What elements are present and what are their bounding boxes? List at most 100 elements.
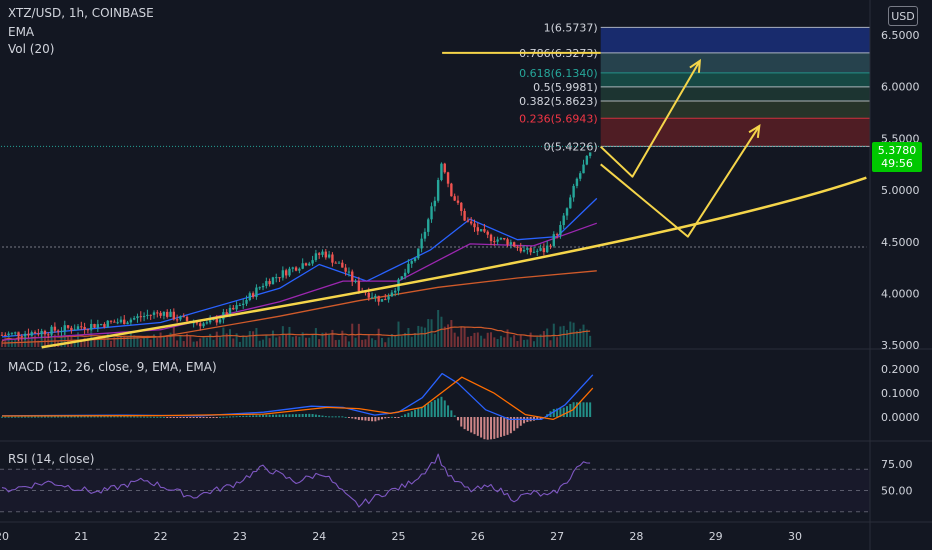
candle-body (552, 234, 555, 247)
candle-body (86, 329, 90, 331)
candle-body (146, 314, 149, 317)
candle-body (63, 325, 66, 332)
candle-body (565, 208, 569, 216)
macd-histogram-bar (10, 416, 13, 418)
price-tick-label: 4.5000 (881, 236, 920, 249)
candle-body (10, 332, 14, 334)
candle-body (562, 215, 565, 226)
candle-body (265, 281, 268, 286)
candle-body (314, 253, 318, 261)
volume-bar (275, 337, 278, 347)
candle-body (374, 295, 377, 298)
macd-histogram-bar (126, 416, 129, 418)
candle-body (549, 245, 552, 247)
volume-bar (420, 326, 423, 347)
macd-histogram-bar (43, 416, 46, 418)
candle-body (427, 219, 430, 232)
macd-histogram-bar (195, 417, 198, 418)
currency-button[interactable]: USD (888, 6, 918, 26)
macd-histogram-bar (470, 417, 473, 433)
macd-legend[interactable]: MACD (12, 26, close, 9, EMA, EMA) (8, 360, 217, 375)
volume-bar (443, 326, 446, 347)
bar-countdown: 49:56 (881, 157, 913, 170)
candle-body (268, 281, 271, 285)
volume-bar (228, 329, 231, 347)
macd-histogram-bar (73, 416, 76, 418)
candle-body (304, 263, 308, 266)
macd-histogram-bar (314, 414, 317, 417)
volume-bar (338, 339, 341, 347)
symbol-legend[interactable]: XTZ/USD, 1h, COINBASE (8, 6, 154, 21)
candle-body (476, 227, 479, 232)
candle-body (483, 229, 486, 232)
volume-bar (100, 339, 103, 347)
volume-bar (394, 336, 397, 347)
volume-bar (245, 336, 248, 347)
macd-histogram-bar (523, 417, 526, 424)
macd-histogram-bar (582, 402, 585, 417)
volume-bar (371, 338, 374, 347)
macd-histogram-bar (123, 416, 126, 418)
macd-histogram-bar (232, 416, 235, 418)
candle-body (93, 323, 96, 328)
candle-body (60, 331, 63, 333)
volume-bar (255, 328, 258, 347)
volume-bar (585, 329, 588, 347)
macd-histogram-bar (440, 396, 443, 417)
volume-bar (414, 333, 417, 347)
macd-histogram-bar (466, 417, 469, 431)
macd-histogram-bar (453, 415, 456, 417)
macd-histogram-bar (552, 408, 555, 417)
macd-histogram-bar (414, 409, 417, 417)
volume-bar (176, 340, 179, 347)
macd-histogram-bar (86, 416, 89, 418)
candle-body (450, 183, 453, 197)
volume-bar (503, 337, 506, 347)
macd-histogram-bar (417, 408, 420, 417)
volume-bar (328, 334, 331, 347)
volume-bar (7, 336, 10, 347)
macd-histogram-bar (252, 415, 255, 417)
volume-bar (569, 321, 572, 347)
macd-histogram-bar (235, 416, 238, 418)
macd-histogram-bar (361, 417, 364, 421)
candle-body (536, 250, 539, 252)
macd-histogram-bar (139, 416, 142, 418)
candle-body (83, 326, 86, 330)
macd-histogram-bar (212, 417, 215, 418)
macd-tick-label: 0.1000 (881, 387, 920, 400)
volume-bar (60, 336, 63, 347)
macd-histogram-bar (344, 416, 347, 418)
candle-body (156, 312, 159, 314)
volume-bar (159, 332, 162, 347)
macd-histogram-bar (437, 398, 440, 417)
candle-body (172, 311, 176, 320)
macd-histogram-bar (278, 414, 281, 417)
rsi-legend[interactable]: RSI (14, close) (8, 452, 94, 467)
candle-body (512, 242, 516, 247)
time-tick-label: 30 (788, 530, 802, 543)
volume-bar (440, 316, 443, 347)
volume-bar (493, 337, 496, 347)
volume-bar (351, 323, 354, 347)
volume-bar (149, 339, 152, 347)
macd-histogram-bar (298, 414, 301, 417)
volume-bar (162, 335, 165, 347)
macd-histogram-bar (215, 417, 218, 418)
macd-histogram-bar (433, 400, 436, 417)
candle-body (109, 320, 113, 322)
volume-legend[interactable]: Vol (20) (8, 42, 54, 57)
candle-body (251, 293, 255, 297)
macd-histogram-bar (116, 416, 119, 418)
volume-bar (410, 336, 413, 347)
rsi-tick-label: 50.00 (881, 485, 913, 498)
volume-bar (265, 334, 268, 347)
macd-histogram-bar (242, 415, 245, 417)
candle-body (80, 326, 83, 328)
volume-bar (423, 327, 426, 347)
macd-histogram-bar (103, 416, 106, 418)
ema-legend[interactable]: EMA (8, 25, 34, 40)
macd-histogram-bar (110, 416, 113, 418)
fib-level-label: 0.5(5.9981) (533, 81, 598, 94)
price-chart[interactable]: 1(6.5737)0.786(6.3273)0.618(6.1340)0.5(5… (0, 0, 932, 550)
